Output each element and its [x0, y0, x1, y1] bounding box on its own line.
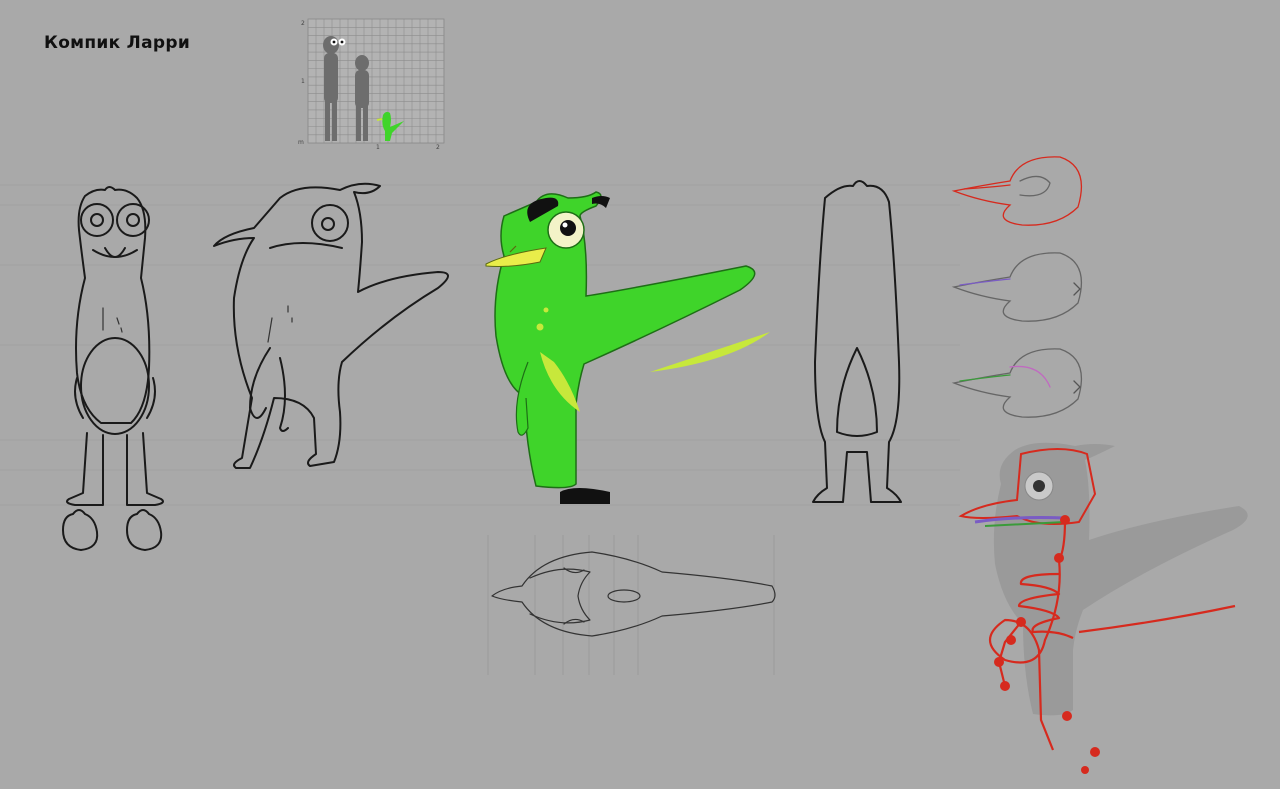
y-tick-m: m: [298, 139, 304, 146]
skull-study-icon: [951, 156, 1082, 418]
skeleton-view: [955, 440, 1265, 784]
character-color-green-icon: [485, 191, 770, 504]
character-front-lineart-icon: [62, 186, 164, 551]
scale-grid: 2 1 m 1 2: [298, 18, 445, 151]
side-view: [213, 178, 465, 517]
character-back-lineart-icon: [812, 180, 902, 503]
character-skeleton-red-icon: [958, 442, 1248, 774]
model-sheet: Компик Ларри 2 1 m 1 2: [0, 0, 1280, 789]
x-tick-1: 1: [376, 144, 380, 151]
color-view: [480, 182, 780, 516]
sheet-title: Компик Ларри: [44, 33, 191, 53]
character-side-lineart-icon: [213, 182, 449, 469]
y-tick-2: 2: [301, 20, 305, 27]
y-tick-1: 1: [301, 78, 305, 85]
top-view: [490, 548, 780, 652]
scale-chart: 2 1 m 1 2: [298, 15, 448, 154]
x-tick-2: 2: [436, 144, 440, 151]
character-top-lineart-icon: [491, 551, 776, 637]
front-view: [55, 178, 185, 577]
back-view: [795, 178, 920, 517]
skull-views: [950, 155, 1090, 429]
